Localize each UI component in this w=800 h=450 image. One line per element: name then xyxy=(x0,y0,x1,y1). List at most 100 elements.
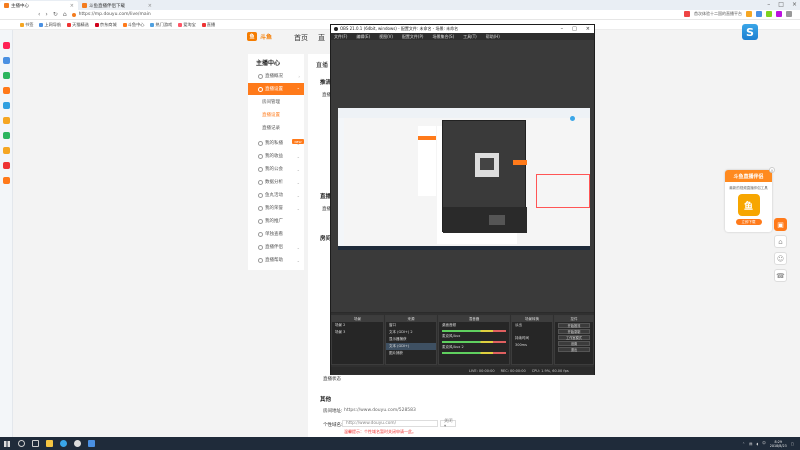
obs-preview-canvas[interactable] xyxy=(338,108,590,250)
nav-live[interactable]: 直 xyxy=(318,33,325,43)
nav-home[interactable]: 首页 xyxy=(294,33,308,43)
close-window-icon[interactable]: × xyxy=(586,26,590,32)
forward-icon[interactable]: › xyxy=(45,11,47,18)
bookmark-item[interactable]: 京东商城 xyxy=(94,22,117,28)
obs-menu-file[interactable]: 文件(F) xyxy=(334,34,347,40)
bookmark-item[interactable]: 爱淘宝 xyxy=(178,22,196,28)
studio-mode-button[interactable]: 工作室模式 xyxy=(558,335,590,340)
taskbar-browser-icon[interactable] xyxy=(56,437,70,450)
menu-item-overview[interactable]: 直播概况 › xyxy=(248,70,304,82)
bookmark-item[interactable]: 书签 xyxy=(20,22,33,28)
sidebar-app-icon[interactable] xyxy=(3,87,10,94)
bookmark-item[interactable]: 上网导航 xyxy=(39,22,61,28)
browser-app-logo[interactable]: S xyxy=(742,24,758,40)
promo-download-button[interactable]: 立即下载 xyxy=(735,219,762,225)
bookmark-item[interactable]: 热门游戏 xyxy=(150,22,172,28)
toolbar-hint[interactable]: 首次体验十二国的直播平台 xyxy=(694,11,742,17)
source-item[interactable]: 窗口 xyxy=(386,322,436,329)
sidebar-app-icon[interactable] xyxy=(3,147,10,154)
float-service-icon[interactable]: ☎ xyxy=(774,269,787,282)
obs-menu-profile[interactable]: 配置文件(P) xyxy=(402,34,424,40)
volume-icon[interactable]: ◖ xyxy=(756,442,758,446)
menu-item-analytics[interactable]: 数据分析 ⌄ xyxy=(248,176,304,188)
extension-icon[interactable] xyxy=(746,11,752,17)
news-icon[interactable] xyxy=(684,11,690,17)
home-icon[interactable]: ⌂ xyxy=(63,11,67,18)
bookmark-item[interactable]: 天猫精选 xyxy=(67,22,89,28)
transition-type[interactable]: 淡出 xyxy=(512,322,552,329)
minimize-icon[interactable]: – xyxy=(767,1,770,8)
settings-button[interactable]: 设置 xyxy=(558,341,590,346)
taskbar-app-icon[interactable] xyxy=(84,437,98,450)
scene-item[interactable]: 场景 3 xyxy=(332,329,383,336)
menu-icon[interactable] xyxy=(786,11,792,17)
menu-item-help[interactable]: 直播帮助 ⌄ xyxy=(248,254,304,266)
bookmark-item[interactable]: 直播 xyxy=(201,22,215,28)
tab-companion-download[interactable]: 斗鱼直播伴侣下载 × xyxy=(78,1,156,10)
obs-menu-tools[interactable]: 工具(T) xyxy=(463,34,477,40)
custom-domain-toggle[interactable]: 关闭 ▾ xyxy=(440,419,456,429)
sidebar-app-icon[interactable] xyxy=(3,177,10,184)
minimize-icon[interactable]: – xyxy=(561,26,564,32)
custom-domain-input[interactable]: http://www.douyu.com/ xyxy=(342,420,438,427)
maximize-icon[interactable]: □ xyxy=(778,1,784,8)
close-icon[interactable]: × xyxy=(70,3,74,9)
source-item[interactable]: 显示器捕获 xyxy=(386,336,436,343)
maximize-icon[interactable]: □ xyxy=(572,26,577,32)
obs-preview[interactable] xyxy=(331,40,594,312)
float-feedback-icon[interactable]: ☺ xyxy=(774,252,787,265)
back-icon[interactable]: ‹ xyxy=(38,11,40,18)
start-recording-button[interactable]: 开始录制 xyxy=(558,329,590,334)
input-language[interactable]: 中 xyxy=(762,441,766,446)
menu-item-live-settings[interactable]: 直播设置 ⌃ xyxy=(248,83,304,95)
taskbar-explorer-icon[interactable] xyxy=(42,437,56,450)
taskbar-search-icon[interactable] xyxy=(14,437,28,450)
reload-icon[interactable]: ↻ xyxy=(53,11,58,18)
tab-streamer-center[interactable]: 主播中心 × xyxy=(0,1,78,10)
float-chat-icon[interactable]: ▣ xyxy=(774,218,787,231)
source-item[interactable]: 文本 (GDI+) 2 xyxy=(386,329,436,336)
taskbar-obs-icon[interactable] xyxy=(70,437,84,450)
menu-item-companion[interactable]: 直播伴侣 ⌄ xyxy=(248,241,304,253)
close-window-icon[interactable]: × xyxy=(792,1,797,8)
sidebar-app-icon[interactable] xyxy=(3,42,10,49)
obs-menu-help[interactable]: 帮助(H) xyxy=(486,34,500,40)
obs-menu-scene-collection[interactable]: 场景集合(S) xyxy=(432,34,454,40)
obs-menu-view[interactable]: 视图(V) xyxy=(379,34,393,40)
menu-item-income[interactable]: 我的收益 ⌄ xyxy=(248,150,304,162)
sidebar-app-icon[interactable] xyxy=(3,132,10,139)
wechat-icon[interactable] xyxy=(3,72,10,79)
menu-item-activity[interactable]: 鱼丸活动 ⌄ xyxy=(248,189,304,201)
start-streaming-button[interactable]: 开始推流 xyxy=(558,323,590,328)
sidebar-app-icon[interactable] xyxy=(3,162,10,169)
mixer-meter[interactable] xyxy=(442,330,506,332)
share-url[interactable]: https://www.douyu.com/528583 xyxy=(344,408,416,413)
start-button[interactable] xyxy=(0,437,14,450)
sidebar-app-icon[interactable] xyxy=(3,102,10,109)
duration-value[interactable]: 300ms xyxy=(512,342,552,348)
extension-icon[interactable] xyxy=(756,11,762,17)
float-home-icon[interactable]: ⌂ xyxy=(774,235,787,248)
bookmark-item[interactable]: 斗鱼中心 xyxy=(122,22,144,28)
obs-menu-edit[interactable]: 编辑(E) xyxy=(356,34,370,40)
taskbar-taskview-icon[interactable] xyxy=(28,437,42,450)
url-field[interactable]: https://mp.douyu.com/live/main xyxy=(71,11,372,18)
source-item[interactable]: 图片捕获 xyxy=(386,350,436,357)
menu-item-live-settings-sub[interactable]: 直播设置 xyxy=(248,109,304,121)
scene-item[interactable]: 场景 2 xyxy=(332,322,383,329)
close-icon[interactable]: × xyxy=(148,3,152,9)
tray-up-icon[interactable]: ⌃ xyxy=(742,442,745,446)
network-icon[interactable]: ▤ xyxy=(749,442,752,446)
exit-button[interactable]: 退出 xyxy=(558,347,590,352)
menu-item-honor[interactable]: 我的荣誉 ⌄ xyxy=(248,202,304,214)
sidebar-app-icon[interactable] xyxy=(3,117,10,124)
mixer-meter[interactable] xyxy=(442,341,506,343)
menu-item-live-record[interactable]: 直播记录 xyxy=(248,122,304,134)
close-icon[interactable]: × xyxy=(769,167,775,173)
extension-icon[interactable] xyxy=(776,11,782,17)
menu-item-view[interactable]: 单独查看 xyxy=(248,228,304,240)
extension-icon[interactable] xyxy=(766,11,772,17)
system-clock[interactable]: 8:29 2018/8/23 xyxy=(770,440,787,448)
companion-promo-card[interactable]: 斗鱼直播伴侣 最新的视频直播伴侣工具 鱼 立即下载 × xyxy=(725,167,775,232)
menu-item-room-manage[interactable]: 房间管理 xyxy=(248,96,304,108)
